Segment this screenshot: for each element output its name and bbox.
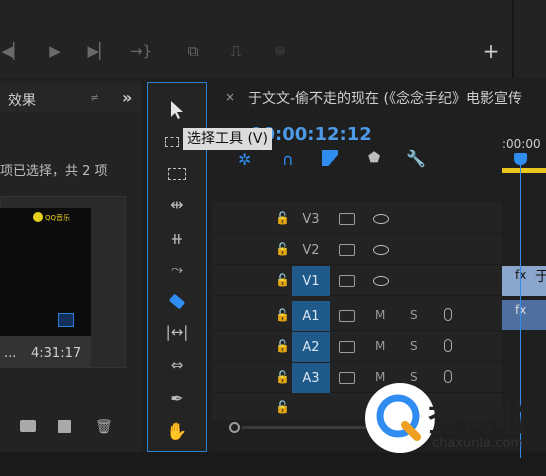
lock-icon[interactable]: 🔓 <box>275 339 290 353</box>
panel-divider <box>512 0 514 78</box>
linked-selection-icon[interactable]: ∩ <box>282 150 294 169</box>
marker-icon[interactable]: ⬟ <box>368 150 380 166</box>
rolling-edit-icon: ⧺ <box>170 228 184 248</box>
eye-icon[interactable] <box>373 245 389 255</box>
lock-icon[interactable]: 🔓 <box>275 370 290 384</box>
selection-status: 项已选择，共 2 项 <box>0 164 108 179</box>
rolling-edit-tool[interactable]: ⧺ <box>159 226 195 250</box>
lock-icon[interactable]: 🔓 <box>275 211 290 225</box>
slip-tool[interactable]: |↔| <box>159 320 195 344</box>
sync-lock-icon[interactable] <box>339 372 355 384</box>
trash-icon[interactable]: 🗑 <box>95 419 113 435</box>
hand-tool[interactable]: ✋ <box>159 420 195 444</box>
lock-icon[interactable]: 🔓 <box>275 242 290 256</box>
rate-stretch-icon: ⤳ <box>170 260 183 278</box>
track-select-backward-icon <box>168 168 186 180</box>
solo-button[interactable]: S <box>410 370 418 384</box>
playhead-handle[interactable] <box>514 153 527 165</box>
track-row-v3 <box>212 204 502 234</box>
watermark-logo <box>365 383 435 453</box>
pen-tool[interactable]: ✒ <box>159 386 195 410</box>
ruler-time-label: :00:00 <box>502 137 541 151</box>
add-button-icon[interactable]: + <box>478 38 504 64</box>
watermark-url: chaxunla.com <box>432 436 523 451</box>
sync-lock-icon[interactable] <box>339 275 355 287</box>
zoom-handle[interactable] <box>229 422 240 433</box>
track-row-a3 <box>212 363 502 393</box>
mute-button[interactable]: M <box>375 370 385 384</box>
track-target-a2[interactable]: A2 <box>292 332 330 362</box>
sync-lock-icon[interactable] <box>339 244 355 256</box>
clip-logo-text: QQ音乐 <box>45 214 71 222</box>
clip-thumbnail[interactable] <box>0 208 91 336</box>
sync-lock-icon[interactable] <box>339 310 355 322</box>
selection-tool[interactable] <box>159 98 195 122</box>
new-item-icon[interactable] <box>58 420 71 433</box>
solo-button[interactable]: S <box>410 308 418 322</box>
export-frame-icon[interactable]: ⌾ <box>267 38 293 64</box>
overwrite-icon[interactable]: ⎍ <box>223 38 249 64</box>
snap-icon[interactable]: ✲ <box>238 150 251 169</box>
slide-tool[interactable]: ⇔ <box>159 353 195 377</box>
track-target-a1[interactable]: A1 <box>292 301 330 331</box>
track-target-a3[interactable]: A3 <box>292 363 330 393</box>
play-icon[interactable]: ▶ <box>42 38 68 64</box>
arrow-cursor-icon <box>171 101 183 119</box>
wrench-icon[interactable]: 🔧 <box>406 149 426 168</box>
step-forward-icon[interactable]: ▶▏ <box>86 38 112 64</box>
clip-name: ... <box>4 346 17 361</box>
track-row-v2 <box>212 235 502 265</box>
sync-lock-icon[interactable] <box>339 341 355 353</box>
mute-button[interactable]: M <box>375 339 385 353</box>
track-select-icon <box>165 137 179 147</box>
panel-overflow-button[interactable]: » <box>122 88 132 107</box>
close-icon[interactable]: × <box>225 90 235 104</box>
track-select-backward-tool[interactable] <box>159 162 195 186</box>
slide-icon: ⇔ <box>170 356 184 374</box>
magnifier-icon <box>376 394 421 441</box>
track-target-v3[interactable]: V3 <box>292 204 330 234</box>
ripple-edit-tool[interactable]: ⇹ <box>159 192 195 216</box>
track-row-v1 <box>212 266 502 296</box>
track-target-v1[interactable]: V1 <box>292 266 330 296</box>
microphone-icon[interactable] <box>444 339 452 352</box>
clip-v1-label: 于 <box>535 269 546 285</box>
qq-music-logo-icon <box>33 212 43 222</box>
sequence-tab[interactable]: 于文文-偷不走的现在 (《念念手纪》电影宣传 <box>248 88 522 108</box>
razor-tool[interactable] <box>159 289 195 313</box>
ripple-edit-icon: ⇹ <box>170 194 184 214</box>
tab-overflow-icon[interactable]: ≠ <box>90 91 99 104</box>
eye-icon[interactable] <box>373 276 389 286</box>
work-area-bar[interactable] <box>502 168 546 173</box>
media-type-icon <box>58 313 74 327</box>
tool-tooltip: 选择工具 (V) <box>183 128 272 150</box>
pen-icon: ✒ <box>170 388 184 408</box>
mute-button[interactable]: M <box>375 308 385 322</box>
track-row-a1 <box>212 301 502 331</box>
insert-icon[interactable]: ⧉ <box>180 38 206 64</box>
new-bin-icon[interactable] <box>20 420 36 432</box>
lock-icon[interactable]: 🔓 <box>275 308 290 322</box>
tab-effects[interactable]: 效果 <box>8 90 36 110</box>
track-row-a2 <box>212 332 502 362</box>
clip-duration: 4:31:17 <box>31 346 82 361</box>
sync-lock-icon[interactable] <box>339 213 355 225</box>
eye-icon[interactable] <box>373 214 389 224</box>
microphone-icon[interactable] <box>444 370 452 383</box>
go-to-out-icon[interactable]: →} <box>128 38 154 64</box>
watermark-title: 查询啦 <box>428 400 527 439</box>
step-back-icon[interactable]: ◀▏ <box>0 38 26 64</box>
rate-stretch-tool[interactable]: ⤳ <box>159 257 195 281</box>
status-bar <box>0 452 546 476</box>
microphone-icon[interactable] <box>444 308 452 321</box>
track-target-v2[interactable]: V2 <box>292 235 330 265</box>
slip-icon: |↔| <box>165 323 189 341</box>
lock-icon[interactable]: 🔓 <box>275 273 290 287</box>
razor-icon <box>168 293 186 309</box>
solo-button[interactable]: S <box>410 339 418 353</box>
lock-icon[interactable]: 🔓 <box>275 400 290 414</box>
hand-icon: ✋ <box>166 422 188 442</box>
